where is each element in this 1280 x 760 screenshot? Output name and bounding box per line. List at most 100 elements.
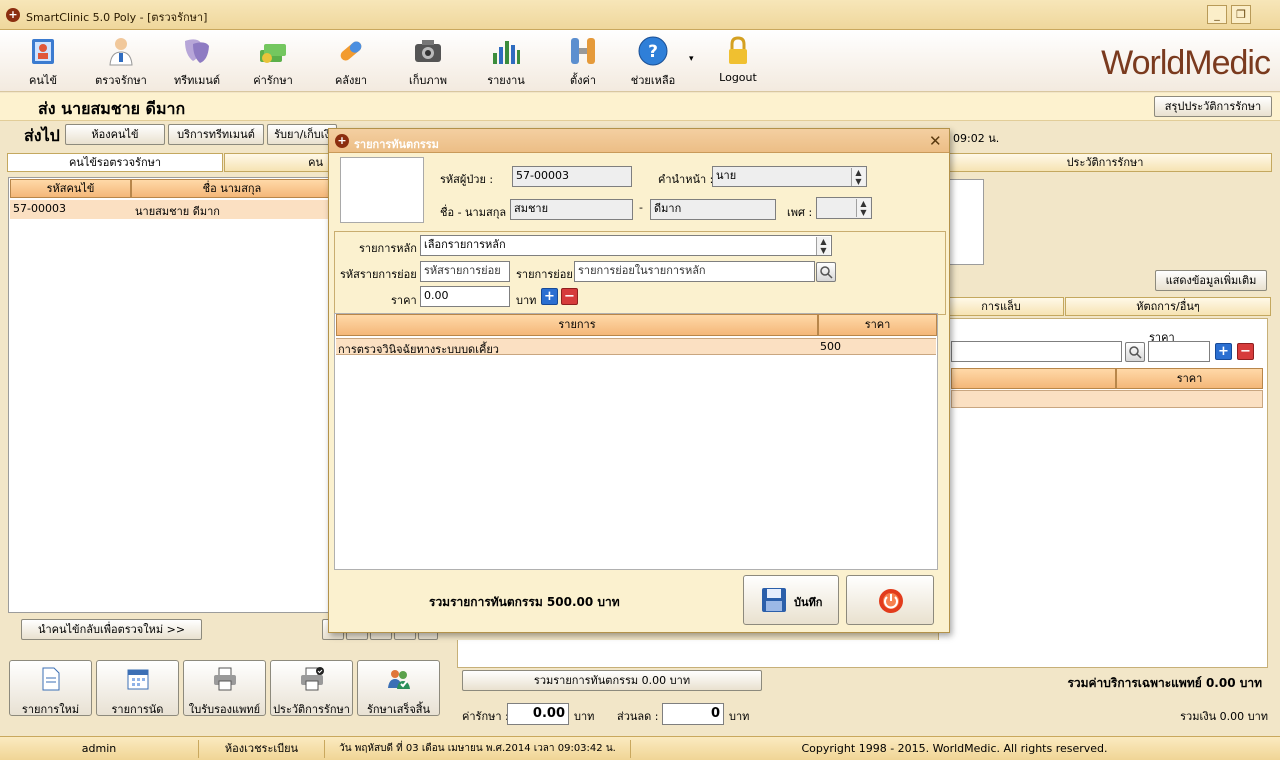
app-plus-icon: +: [6, 8, 20, 22]
toolbar-pharmacy-button[interactable]: คลังยา: [314, 33, 388, 89]
status-copyright: Copyright 1998 - 2015. WorldMedic. All r…: [630, 740, 1278, 758]
toolbar-fee-button[interactable]: ค่ารักษา: [236, 33, 310, 89]
table-row[interactable]: [951, 390, 1263, 408]
power-close-button[interactable]: [846, 575, 934, 625]
remove-item-button[interactable]: −: [561, 288, 578, 305]
new-record-button[interactable]: รายการใหม่: [9, 660, 92, 716]
dialog-title: รายการทันตกรรม: [354, 138, 439, 151]
procedure-search-field[interactable]: [951, 341, 1122, 362]
table-row[interactable]: การตรวจวินิจฉัยทางระบบบดเคี้ยว 500: [336, 338, 936, 356]
item-price-label: ราคา: [391, 294, 417, 307]
add-procedure-button[interactable]: +: [1215, 343, 1232, 360]
remove-procedure-button[interactable]: −: [1237, 343, 1254, 360]
toolbar-help-button[interactable]: ? ช่วยเหลือ: [616, 33, 690, 89]
close-icon[interactable]: ✕: [929, 132, 942, 150]
add-item-button[interactable]: +: [541, 288, 558, 305]
status-datetime: วัน พฤหัสบดี ที่ 03 เดือน เมษายน พ.ศ.201…: [324, 740, 630, 758]
save-label: บันทึก: [794, 596, 823, 609]
mask-icon: [185, 39, 209, 63]
proc-total-button[interactable]: รวมรายการทันตกรรม 0.00 บาท: [462, 670, 762, 691]
waiting-patients-grid: รหัสคนไข้ ชื่อ นามสกุล 57-00003 นายสมชาย…: [8, 177, 334, 613]
sex-select[interactable]: ▲ ▼: [816, 197, 872, 219]
toolbar-cosmetic-button[interactable]: ทรีทเมนต์: [160, 33, 234, 89]
pill-icon: [340, 41, 362, 61]
status-room: ห้องเวชระเบียน: [198, 740, 324, 758]
medical-certificate-button[interactable]: ใบรับรองแพทย์: [183, 660, 266, 716]
sendto-room-button[interactable]: ห้องคนไข้: [65, 124, 165, 145]
chevron-updown-icon: ▲ ▼: [816, 237, 830, 255]
toolbar-report-button[interactable]: รายงาน: [469, 33, 543, 89]
tab-lab[interactable]: การแล็บ: [938, 297, 1064, 316]
procedures-panel-bottom: [457, 640, 1268, 668]
search-icon: [1129, 346, 1142, 359]
toolbar-logout-button[interactable]: Logout: [701, 33, 775, 89]
name-dash: -: [639, 201, 643, 214]
tab-second[interactable]: คน: [224, 153, 332, 172]
bottom-button-label: รายการนัด: [111, 703, 164, 716]
dental-items-grid: รายการ ราคา การตรวจวินิจฉัยทางระบบบดเคี้…: [334, 313, 938, 570]
sex-label: เพศ :: [787, 206, 813, 219]
money-icon: [260, 44, 286, 63]
procedure-price-field[interactable]: [1148, 341, 1210, 362]
main-item-select[interactable]: เลือกรายการหลัก ▲ ▼: [420, 235, 832, 256]
toolbar-settings-button[interactable]: ตั้งค่า: [546, 33, 620, 89]
sub-item-label: รายการย่อย: [516, 268, 573, 281]
dialog-total: รวมรายการทันตกรรม 500.00 บาท: [429, 595, 620, 609]
search-icon: [820, 266, 833, 279]
show-more-button[interactable]: แสดงข้อมูลเพิ่มเติม: [1155, 270, 1267, 291]
toolbar-label: รายงาน: [487, 74, 525, 87]
toolbar-photo-button[interactable]: เก็บภาพ: [391, 33, 465, 89]
appointment-button[interactable]: รายการนัด: [96, 660, 179, 716]
column-header-price[interactable]: ราคา: [1116, 368, 1263, 389]
column-header-price[interactable]: ราคา: [818, 314, 937, 336]
restore-button[interactable]: ❐: [1231, 5, 1251, 24]
bottom-button-label: รักษาเสร็จสิ้น: [366, 703, 431, 716]
first-name-field[interactable]: สมชาย: [510, 199, 633, 220]
save-button[interactable]: บันทึก: [743, 575, 839, 625]
toolbar-treatment-button[interactable]: ตรวจรักษา: [84, 33, 158, 89]
print-history-button[interactable]: ประวัติการรักษา: [270, 660, 353, 716]
minimize-button[interactable]: _: [1207, 5, 1227, 24]
procedure-search-button[interactable]: [1125, 342, 1145, 362]
column-header-name[interactable]: ชื่อ นามสกุล: [131, 179, 333, 198]
patient-id-label: รหัสผู้ป่วย :: [440, 173, 494, 186]
tab-waiting-patients[interactable]: คนไข้รอตรวจรักษา: [7, 153, 223, 172]
finish-treatment-button[interactable]: รักษาเสร็จสิ้น: [357, 660, 440, 716]
tab-procedures[interactable]: หัตถการ/อื่นๆ: [1065, 297, 1271, 316]
help-icon: ?: [638, 36, 668, 66]
doctor-fee-total: รวมค่าบริการเฉพาะแพทย์ 0.00 บาท: [1067, 676, 1262, 690]
fee-field[interactable]: 0.00: [507, 703, 569, 725]
power-icon: [879, 589, 903, 613]
time-text: 09:02 น.: [953, 132, 1000, 145]
help-dropdown-icon[interactable]: ▾: [689, 54, 694, 64]
patient-id-field[interactable]: 57-00003: [512, 166, 632, 187]
return-patient-button[interactable]: นำคนไข้กลับเพื่อตรวจใหม่ >>: [21, 619, 202, 640]
table-row[interactable]: 57-00003 นายสมชาย ดีมาก: [10, 200, 332, 219]
toolbar-label: เก็บภาพ: [408, 74, 448, 87]
floppy-disk-icon: [762, 588, 786, 612]
sub-item-search-button[interactable]: [816, 262, 836, 282]
sub-code-field[interactable]: รหัสรายการย่อย: [420, 261, 510, 282]
sub-item-field[interactable]: รายการย่อยในรายการหลัก: [574, 261, 815, 282]
column-header-code[interactable]: รหัสคนไข้: [10, 179, 131, 198]
sub-code-label: รหัสรายการย่อย: [340, 268, 417, 281]
sendto-pharmacy-button[interactable]: รับยา/เก็บเงิ: [267, 124, 337, 145]
tab-treatment-history[interactable]: ประวัติการรักษา: [938, 153, 1272, 172]
prefix-select[interactable]: นาย ▲ ▼: [712, 166, 867, 187]
column-header-item[interactable]: รายการ: [336, 314, 818, 336]
document-icon: [42, 667, 59, 691]
toolbar-label: ทรีทเมนต์: [173, 74, 221, 87]
item-price-field[interactable]: 0.00: [420, 286, 510, 307]
patient-book-icon: [32, 39, 54, 64]
column-header-item[interactable]: [951, 368, 1116, 389]
prefix-value: นาย: [716, 169, 737, 182]
sendto-cosmetic-button[interactable]: บริการทรีทเมนต์: [168, 124, 264, 145]
doctor-icon: [109, 38, 133, 66]
calendar-icon: [127, 669, 148, 690]
history-summary-button[interactable]: สรุปประวัติการรักษา: [1154, 96, 1272, 117]
toolbar-label: Logout: [719, 71, 757, 84]
last-name-field[interactable]: ดีมาก: [650, 199, 776, 220]
bottom-button-label: รายการใหม่: [21, 703, 80, 716]
toolbar-patient-button[interactable]: คนไข้: [6, 33, 80, 89]
discount-field[interactable]: 0: [662, 703, 724, 725]
